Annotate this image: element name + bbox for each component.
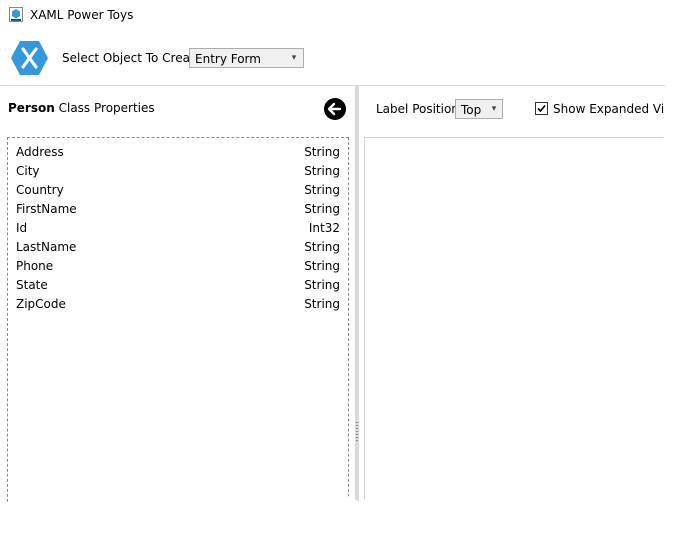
xaml-power-toys-window: XAML Power Toys Select Object To Create … [0, 0, 668, 509]
back-arrow-icon [327, 102, 342, 116]
chevron-down-icon: ▾ [491, 104, 497, 114]
property-name: Address [16, 145, 64, 159]
label-position-label: Label Position [376, 102, 459, 116]
list-item-zipcode[interactable]: ZipCode String [16, 297, 340, 316]
list-item-city[interactable]: City String [16, 164, 340, 183]
property-name: City [16, 164, 40, 178]
show-expanded-label: Show Expanded Vi [553, 102, 665, 116]
list-item-phone[interactable]: Phone String [16, 259, 340, 278]
list-item-state[interactable]: State String [16, 278, 340, 297]
property-name: Country [16, 183, 64, 197]
window-title: XAML Power Toys [30, 8, 134, 22]
splitter-grip-icon[interactable] [356, 422, 358, 442]
property-type: String [304, 183, 340, 197]
object-type-value: Entry Form [195, 52, 261, 66]
label-position-dropdown[interactable]: Top ▾ [455, 99, 503, 119]
panel-splitter[interactable] [355, 86, 359, 506]
property-type: String [304, 202, 340, 216]
property-name: Phone [16, 259, 54, 273]
class-properties-panel: Person Class Properties Address String C… [0, 86, 354, 509]
class-header-suffix: Class Properties [58, 101, 155, 115]
xaml-app-icon [9, 7, 23, 22]
options-panel: Label Position Top ▾ Show Expanded Vi [361, 86, 668, 509]
class-header: Person Class Properties [8, 101, 155, 115]
property-type: String [304, 297, 340, 311]
list-item-firstname[interactable]: FirstName String [16, 202, 340, 221]
checkmark-icon [537, 104, 546, 113]
property-name: Id [16, 221, 28, 235]
property-type: String [304, 278, 340, 292]
class-name: Person [8, 101, 55, 115]
property-type: String [304, 240, 340, 254]
list-item-address[interactable]: Address String [16, 145, 340, 164]
list-item-lastname[interactable]: LastName String [16, 240, 340, 259]
property-type: Int32 [308, 221, 340, 235]
object-type-dropdown[interactable]: Entry Form ▾ [189, 48, 304, 68]
back-button[interactable] [324, 98, 346, 120]
property-type: String [304, 145, 340, 159]
select-object-label: Select Object To Create [62, 51, 203, 65]
property-name: LastName [16, 240, 77, 254]
form-preview-area [364, 137, 668, 509]
property-type: String [304, 164, 340, 178]
show-expanded-checkbox[interactable] [535, 102, 548, 115]
title-bar: XAML Power Toys [0, 0, 668, 30]
xamarin-logo-icon [10, 40, 49, 76]
property-type: String [304, 259, 340, 273]
list-item-country[interactable]: Country String [16, 183, 340, 202]
property-name: ZipCode [16, 297, 66, 311]
property-name: State [16, 278, 48, 292]
list-item-id[interactable]: Id Int32 [16, 221, 340, 240]
property-name: FirstName [16, 202, 77, 216]
label-position-value: Top [461, 103, 482, 117]
toolbar: Select Object To Create [0, 30, 668, 86]
chevron-down-icon: ▾ [291, 53, 297, 63]
property-list[interactable]: Address String City String Country Strin… [7, 137, 349, 509]
